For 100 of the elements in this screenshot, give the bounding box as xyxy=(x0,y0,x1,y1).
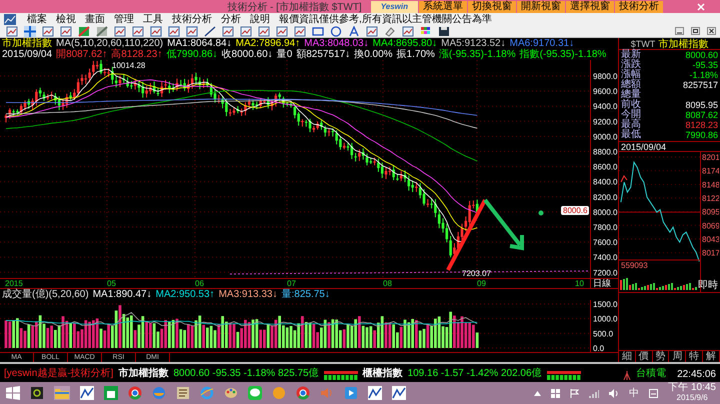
chart-tool-icon[interactable] xyxy=(366,26,378,36)
chart-tool-icon[interactable] xyxy=(276,26,288,36)
title-button[interactable]: 選擇視窗 xyxy=(566,0,614,12)
chart-tool-icon[interactable] xyxy=(240,26,252,36)
windows-logo-icon[interactable] xyxy=(6,386,20,400)
quote-value: 8128.23 xyxy=(685,120,718,130)
input-method-indicator[interactable]: 中 xyxy=(629,386,640,400)
chart-tool-icon[interactable] xyxy=(258,26,270,36)
close-icon[interactable] xyxy=(707,27,716,35)
crosshair-icon[interactable] xyxy=(24,26,36,36)
title-button[interactable]: 系統選單 xyxy=(419,0,467,12)
chart-tool-icon[interactable] xyxy=(114,26,126,36)
chart-tool-icon[interactable] xyxy=(42,26,54,36)
symbol-name: 市加權指數 xyxy=(658,38,708,50)
chart-tool-icon[interactable] xyxy=(6,26,18,36)
title-button[interactable]: 技術分析 xyxy=(615,0,663,12)
quote-value: -95.35 xyxy=(692,60,718,70)
period-label: 日線 xyxy=(592,279,611,288)
chart-tool-icon[interactable] xyxy=(168,26,180,36)
quote-tab[interactable]: 細 xyxy=(619,351,636,362)
price-axis-label: 9800.0 xyxy=(593,72,618,81)
chart-tool-icon[interactable] xyxy=(60,26,72,36)
indicator-value: 市加權指數 xyxy=(2,38,52,49)
price-axis-label: 9600.0 xyxy=(593,87,618,96)
quote-tab[interactable]: 價 xyxy=(636,351,653,362)
quote-value: 換0.00% xyxy=(354,49,393,60)
menu-item[interactable]: 說明 xyxy=(250,13,270,25)
chart-tool-icon[interactable] xyxy=(294,26,306,36)
taskbar-date[interactable]: 2015/9/6 xyxy=(676,393,708,403)
index-quote: 8000.60 -95.35 -1.18% 825.75億 xyxy=(173,366,319,380)
title-button[interactable]: 切換視窗 xyxy=(468,0,516,12)
ticker-brand: [yeswin越是贏-技術分析] xyxy=(4,366,114,380)
quote-label: 最新 xyxy=(621,50,641,60)
quote-label: 漲幅 xyxy=(621,70,641,80)
volume-axis-label: 500.0 xyxy=(593,329,614,338)
line-tool-icon[interactable] xyxy=(204,26,216,36)
menu-item[interactable]: 分析 xyxy=(221,13,241,25)
menu-item[interactable]: 工具 xyxy=(143,13,163,25)
rectangle-tool-icon[interactable] xyxy=(312,26,324,36)
quote-value: -1.18% xyxy=(689,70,718,80)
down-arrow xyxy=(483,198,524,250)
quote-tab[interactable]: 特 xyxy=(686,351,704,362)
breadth-gauge-drawing xyxy=(324,371,358,380)
notification-icon[interactable] xyxy=(649,388,658,398)
quote-label: 漲跌 xyxy=(621,60,641,70)
speaker-icon[interactable] xyxy=(609,388,620,398)
restore-icon[interactable] xyxy=(691,27,700,35)
palette-icon[interactable] xyxy=(224,386,238,400)
browser-icon[interactable] xyxy=(296,386,310,400)
chart-tool-icon[interactable] xyxy=(186,26,198,36)
menu-item[interactable]: 檔案 xyxy=(27,13,47,25)
quote-value: 7990.86 xyxy=(685,130,718,140)
chart-tool-icon[interactable] xyxy=(132,26,144,36)
stock-name: 台積電 xyxy=(636,366,666,380)
windows-flag-icon[interactable] xyxy=(551,388,560,398)
volume-indicator-value: MA2:950.53↑ xyxy=(156,289,215,300)
index-quote: 109.16 -1.57 -1.42% 202.06億 xyxy=(408,366,542,380)
price-axis-label: 8600.0 xyxy=(593,162,618,172)
quote-tab[interactable]: 解 xyxy=(703,351,720,362)
chart-app-icon[interactable] xyxy=(368,386,382,400)
taskbar-time[interactable]: 下午 10:45 xyxy=(668,383,716,393)
menu-item[interactable]: 管理 xyxy=(114,13,134,25)
save-icon[interactable] xyxy=(438,26,450,36)
chart-tool-icon[interactable] xyxy=(402,26,414,36)
chart-tool-icon[interactable] xyxy=(222,26,234,36)
caret-up-icon[interactable] xyxy=(534,390,542,396)
browser-icon[interactable] xyxy=(128,386,142,400)
flag-icon[interactable] xyxy=(570,388,580,398)
chart-app-icon[interactable] xyxy=(392,386,406,400)
price-axis-label: 7400.0 xyxy=(593,253,618,262)
symbol-code: $TWT xyxy=(630,38,656,48)
brand-button[interactable]: Yeswin xyxy=(370,0,418,12)
quote-tab[interactable]: 勢 xyxy=(652,351,670,362)
color-palette-icon[interactable] xyxy=(420,26,432,36)
minimize-icon[interactable] xyxy=(675,27,684,35)
title-button[interactable]: 開新視窗 xyxy=(517,0,565,12)
menu-item[interactable]: 技術分析 xyxy=(172,13,212,25)
intraday-axis-label: 8122 xyxy=(702,194,719,204)
date-axis-label: 06 xyxy=(195,279,204,288)
date-axis-label: 05 xyxy=(107,279,116,288)
circle-tool-icon[interactable] xyxy=(330,26,342,36)
index-name: 櫃檯指數 xyxy=(362,366,403,380)
chart-tool-icon[interactable] xyxy=(96,26,108,36)
volume-axis-label: 1000.0 xyxy=(593,314,618,324)
quote-value: 高8128.23↑ xyxy=(111,49,162,60)
quote-label: 最高 xyxy=(621,120,641,130)
price-axis-label: 8000.0 xyxy=(593,208,618,217)
chart-tool-icon[interactable] xyxy=(78,26,90,36)
chart-app-icon[interactable] xyxy=(80,386,94,400)
menu-item[interactable]: 檢視 xyxy=(56,13,76,25)
play-icon[interactable] xyxy=(344,386,358,400)
quote-label: 今開 xyxy=(621,110,641,120)
signal-bars-icon[interactable] xyxy=(589,388,600,398)
menu-item[interactable]: 畫面 xyxy=(85,13,105,25)
quote-value: 8095.95 xyxy=(685,100,718,110)
chat-bubble-icon[interactable] xyxy=(248,386,262,400)
text-tool-icon[interactable] xyxy=(348,26,360,36)
chart-tool-icon[interactable] xyxy=(150,26,162,36)
notepad-icon[interactable] xyxy=(176,386,190,400)
close-icon xyxy=(697,2,705,10)
